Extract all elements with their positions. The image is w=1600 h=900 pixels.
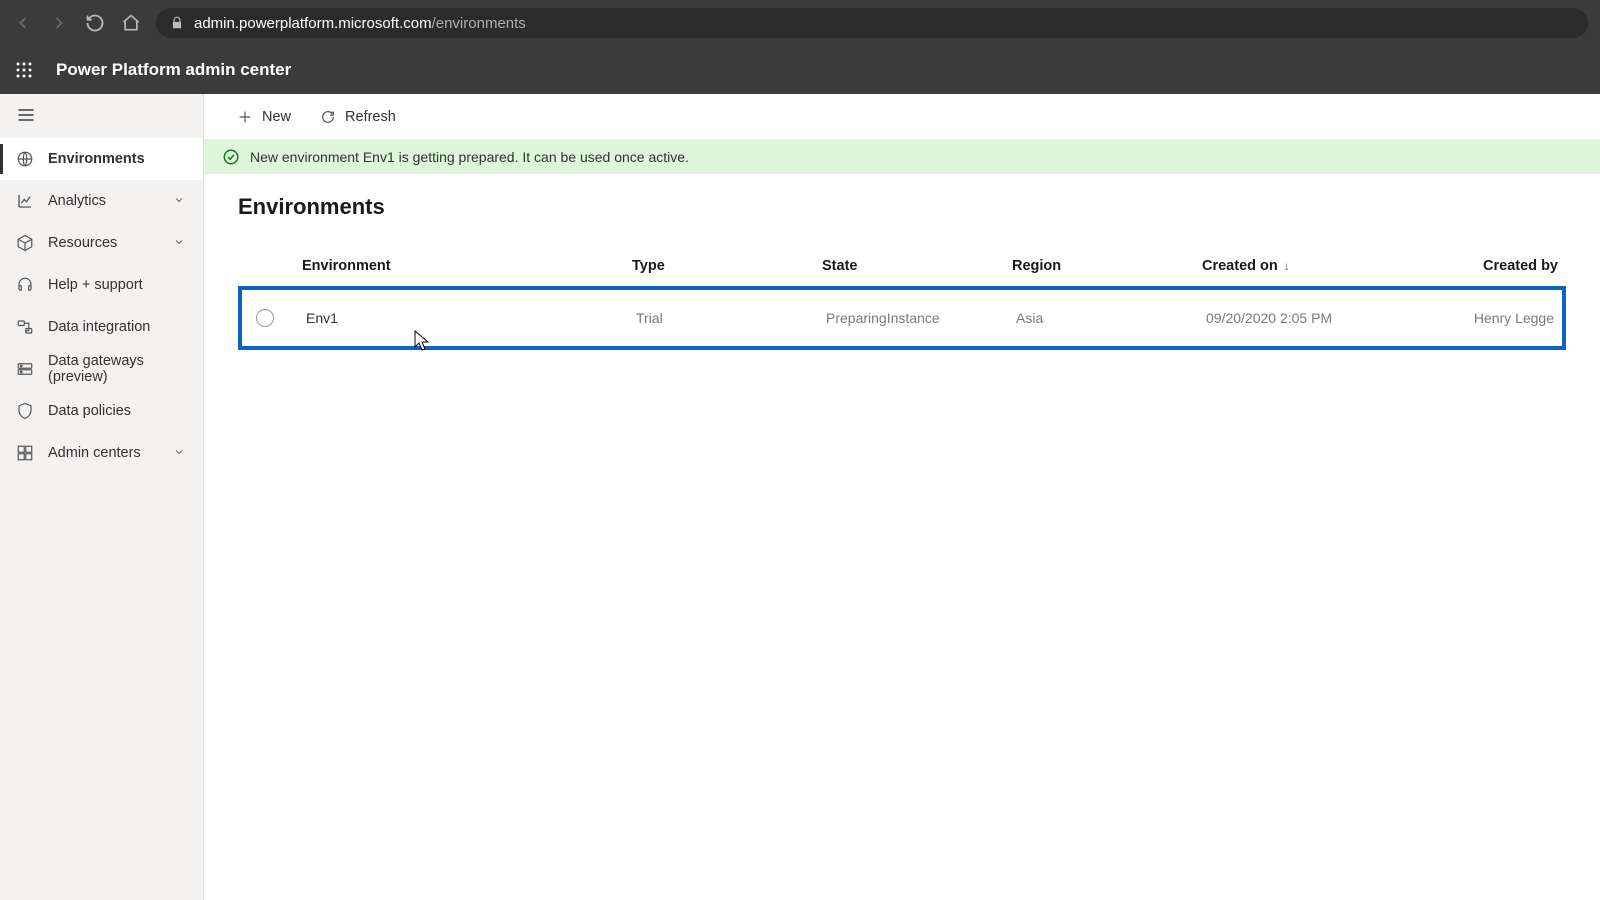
row-select[interactable] [242,309,306,327]
success-banner: New environment Env1 is getting prepared… [204,140,1600,174]
forward-icon[interactable] [48,12,70,34]
col-created-on-label: Created on [1202,258,1278,274]
browser-chrome: admin.powerplatform.microsoft.com/enviro… [0,0,1600,46]
app-title: Power Platform admin center [56,60,291,80]
col-state-header[interactable]: State [822,258,1012,274]
headset-icon [16,276,34,294]
col-created-by-header[interactable]: Created by [1402,258,1566,274]
cell-created-by: Henry Legge [1406,310,1562,326]
cell-created-on: 09/20/2020 2:05 PM [1206,310,1406,326]
globe-icon [16,150,34,168]
shield-icon [16,402,34,420]
highlighted-row-annotation: Env1 Trial PreparingInstance Asia 09/20/… [238,286,1566,350]
gateway-icon [16,360,34,378]
sidebar-item-label: Resources [48,235,159,251]
new-button-label: New [262,109,291,125]
sidebar-item-data-gateways[interactable]: Data gateways (preview) [0,348,203,390]
url-domain: admin.powerplatform.microsoft.com [194,15,432,32]
new-button[interactable]: New [232,102,295,132]
main-content: New Refresh New environment Env1 is gett… [204,94,1600,900]
cell-region: Asia [1016,310,1206,326]
table-header-row: Environment Type State Region Created on… [238,246,1566,286]
page-title: Environments [204,174,1600,230]
reload-icon[interactable] [84,12,106,34]
chart-icon [16,192,34,210]
col-region-header[interactable]: Region [1012,258,1202,274]
command-bar: New Refresh [204,94,1600,140]
app-header: Power Platform admin center [0,46,1600,94]
address-bar[interactable]: admin.powerplatform.microsoft.com/enviro… [156,8,1588,38]
hamburger-icon[interactable] [16,105,38,127]
radio-icon[interactable] [256,309,274,327]
col-type-header[interactable]: Type [632,258,822,274]
cube-icon [16,234,34,252]
sidebar-item-label: Data gateways (preview) [48,353,187,385]
refresh-button[interactable]: Refresh [315,102,400,132]
refresh-button-label: Refresh [345,109,396,125]
cell-state: PreparingInstance [826,310,1016,326]
col-created-on-header[interactable]: Created on ↓ [1202,258,1402,274]
environments-table: Environment Type State Region Created on… [204,230,1600,350]
sidebar-item-label: Analytics [48,193,159,209]
home-icon[interactable] [120,12,142,34]
sidebar-item-label: Data integration [48,319,187,335]
app-launcher-icon[interactable] [10,56,38,84]
cell-type: Trial [636,310,826,326]
browser-nav [12,12,142,34]
admin-centers-icon [16,444,34,462]
url-path: /environments [432,15,526,32]
plus-icon [236,108,254,126]
lock-icon [170,16,184,30]
sort-descending-icon: ↓ [1284,259,1290,273]
sidebar-item-label: Help + support [48,277,187,293]
sidebar-item-help-support[interactable]: Help + support [0,264,203,306]
sidebar: Environments Analytics Resources H [0,94,204,900]
chevron-down-icon [173,446,187,460]
sidebar-item-data-integration[interactable]: Data integration [0,306,203,348]
cell-environment[interactable]: Env1 [306,310,636,326]
sidebar-item-admin-centers[interactable]: Admin centers [0,432,203,474]
sidebar-item-analytics[interactable]: Analytics [0,180,203,222]
sidebar-item-label: Data policies [48,403,187,419]
refresh-icon [319,108,337,126]
sidebar-item-label: Admin centers [48,445,159,461]
sidebar-item-label: Environments [48,151,187,167]
chevron-down-icon [173,194,187,208]
chevron-down-icon [173,236,187,250]
col-environment-header[interactable]: Environment [302,258,632,274]
back-icon[interactable] [12,12,34,34]
url-text: admin.powerplatform.microsoft.com/enviro… [194,15,526,32]
table-row[interactable]: Env1 Trial PreparingInstance Asia 09/20/… [242,290,1562,346]
sidebar-item-data-policies[interactable]: Data policies [0,390,203,432]
sidebar-item-resources[interactable]: Resources [0,222,203,264]
data-integration-icon [16,318,34,336]
check-circle-icon [222,148,240,166]
sidebar-item-environments[interactable]: Environments [0,138,203,180]
banner-text: New environment Env1 is getting prepared… [250,149,689,165]
